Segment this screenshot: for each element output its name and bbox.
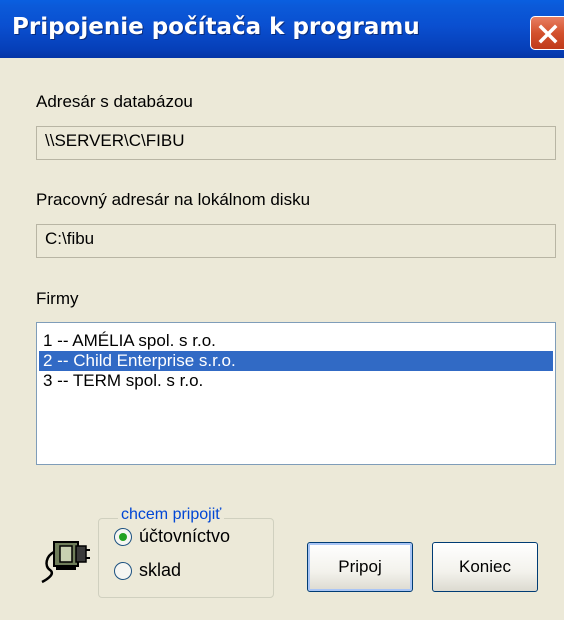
database-dir-label: Adresár s databázou [36, 92, 193, 111]
radio-accounting-label: účtovníctvo [139, 526, 231, 546]
list-item[interactable]: 1 -- AMÉLIA spol. s r.o. [39, 331, 553, 351]
connect-button[interactable]: Pripoj [307, 542, 413, 592]
plug-cable-icon [41, 541, 90, 584]
radio-warehouse-label: sklad [139, 560, 182, 580]
companies-listbox[interactable]: 1 -- AMÉLIA spol. s r.o. 2 -- Child Ente… [36, 322, 556, 465]
connect-group-legend: chcem pripojiť [118, 506, 225, 524]
radio-button-checked[interactable] [114, 528, 132, 546]
local-dir-field[interactable]: C:\fibu [36, 224, 556, 258]
companies-label: Firmy [36, 289, 79, 308]
list-item-selected[interactable]: 2 -- Child Enterprise s.r.o. [39, 351, 553, 371]
local-dir-label: Pracovný adresár na lokálnom disku [36, 190, 311, 209]
close-dialog-button[interactable]: Koniec [432, 542, 538, 592]
database-dir-field[interactable]: \\SERVER\C\FIBU [36, 126, 556, 160]
list-item[interactable]: 3 -- TERM spol. s r.o. [39, 371, 553, 391]
close-button[interactable] [530, 16, 564, 50]
title-bar[interactable]: Pripojenie počítača k programu [0, 0, 564, 58]
close-icon [538, 24, 558, 44]
window-title: Pripojenie počítača k programu [12, 14, 420, 40]
radio-button[interactable] [114, 562, 132, 580]
dialog-window: Pripojenie počítača k programu Adresár s… [0, 0, 564, 620]
